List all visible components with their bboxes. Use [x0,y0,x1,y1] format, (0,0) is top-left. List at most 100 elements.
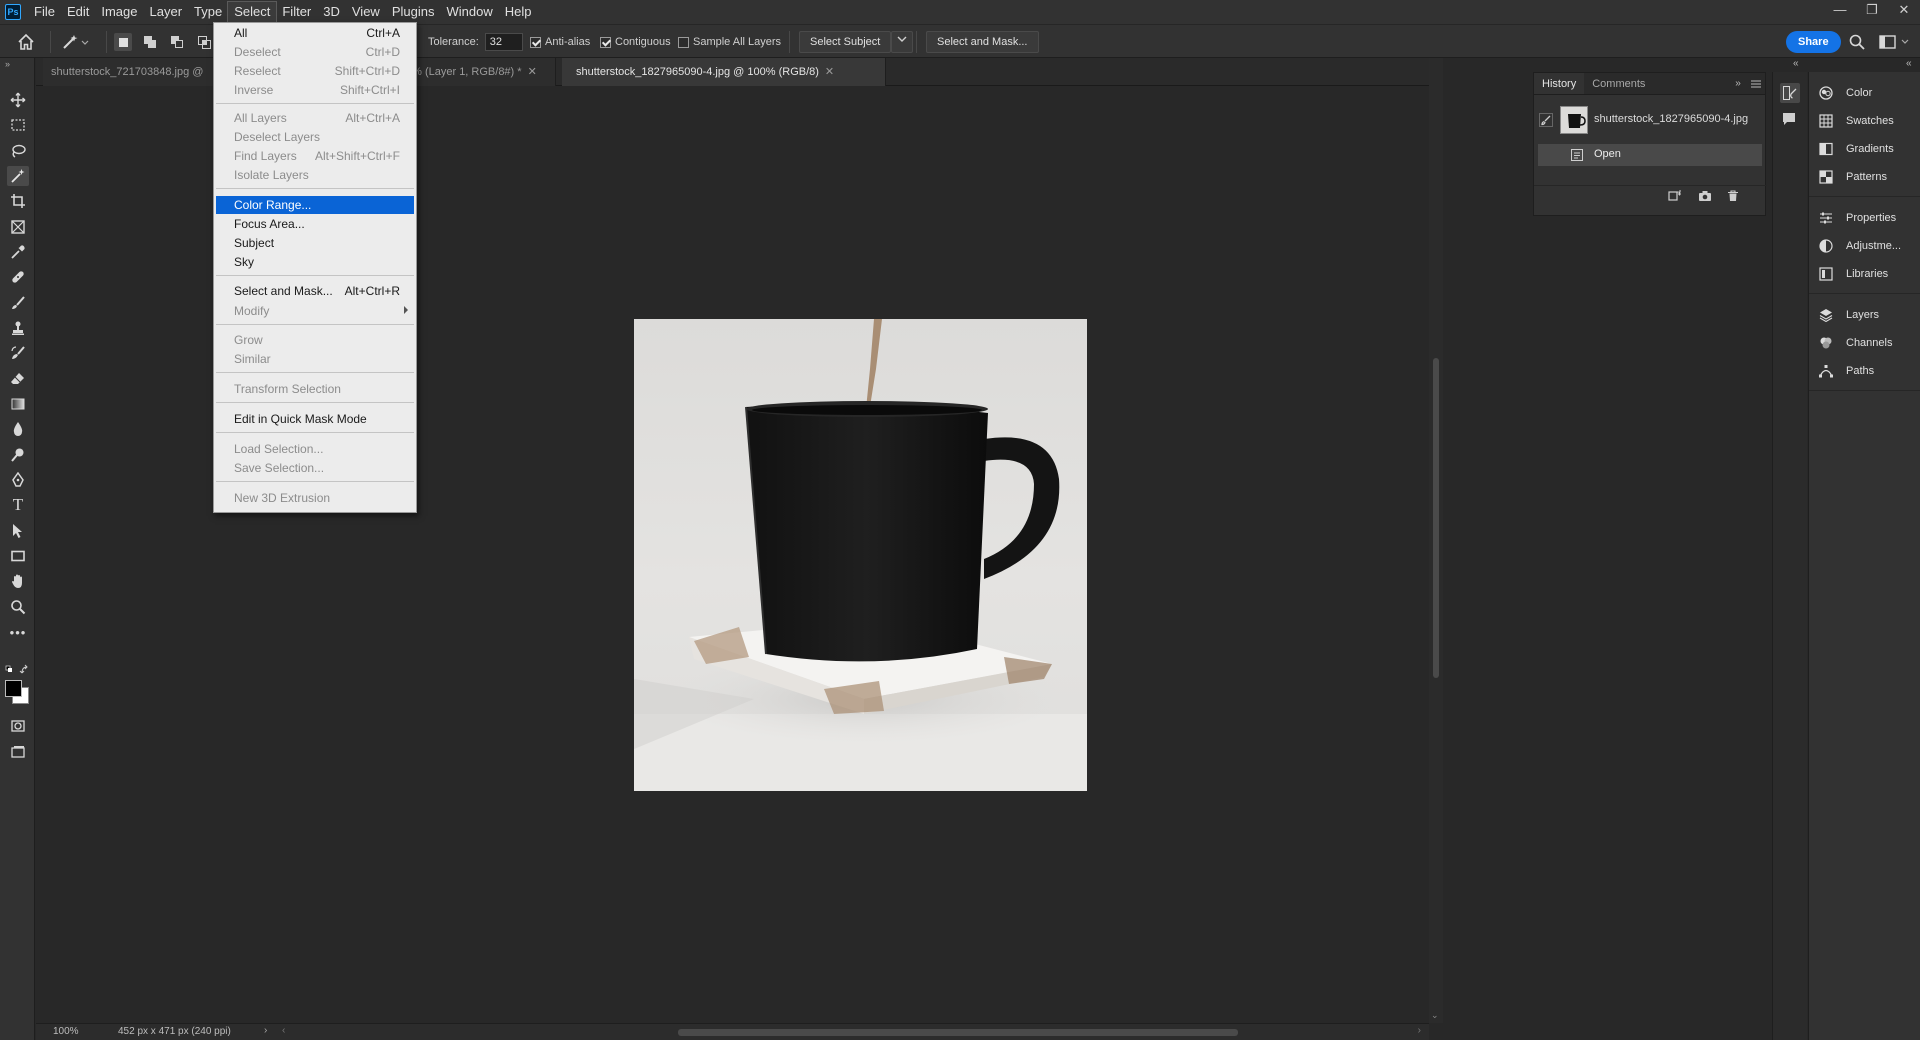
brush-tool-icon[interactable] [7,293,29,313]
menu-type[interactable]: Type [188,2,228,22]
eyedropper-tool-icon[interactable] [7,242,29,262]
panel-menu-icon[interactable] [1747,73,1765,94]
swap-colors-icon[interactable] [5,664,31,676]
close-icon[interactable]: ✕ [1888,0,1920,20]
sample-all-layers-checkbox[interactable]: Sample All Layers [678,25,781,59]
dock-item-gradients[interactable]: Gradients [1819,138,1894,160]
workspace-icon[interactable] [1878,25,1912,59]
new-document-from-state-icon[interactable] [1668,190,1682,205]
menu-item-modify[interactable]: Modify [216,302,414,320]
history-brush-tool-icon[interactable] [7,343,29,363]
menu-layer[interactable]: Layer [144,2,189,22]
magic-wand-tool-icon[interactable] [7,166,29,186]
close-tab-icon[interactable]: ✕ [528,66,537,78]
more-tools-icon[interactable]: ••• [7,622,29,642]
tab-history[interactable]: History [1534,73,1585,94]
healing-brush-tool-icon[interactable] [7,267,29,287]
menu-item-transform-selection[interactable]: Transform Selection [216,380,414,398]
menu-item-sky[interactable]: Sky [216,253,414,271]
menu-view[interactable]: View [346,2,386,22]
menu-select[interactable]: Select [227,1,278,23]
minimize-icon[interactable]: — [1824,0,1856,20]
path-selection-tool-icon[interactable] [7,521,29,541]
menu-item-deselect-layers[interactable]: Deselect Layers [216,128,414,146]
lasso-tool-icon[interactable] [7,141,29,161]
menu-item-all-layers[interactable]: All Layers Alt+Ctrl+A [216,109,414,127]
menu-edit[interactable]: Edit [61,2,95,22]
menu-filter[interactable]: Filter [276,2,317,22]
select-subject-button[interactable]: Select Subject [799,31,892,53]
gradient-tool-icon[interactable] [7,394,29,414]
camera-icon[interactable] [1698,190,1712,205]
dock-item-patterns[interactable]: Patterns [1819,166,1887,188]
menu-item-grow[interactable]: Grow [216,331,414,349]
menu-item-save-selection[interactable]: Save Selection... [216,459,414,477]
scroll-thumb[interactable] [1433,358,1439,678]
comments-panel-icon[interactable] [1782,112,1796,129]
dock-item-paths[interactable]: Paths [1819,360,1874,382]
photoshop-logo-icon[interactable]: Ps [5,4,21,20]
magic-wand-preset-icon[interactable] [60,25,90,59]
eraser-tool-icon[interactable] [7,369,29,389]
share-button[interactable]: Share [1786,31,1841,53]
menu-help[interactable]: Help [499,2,538,22]
menu-item-all[interactable]: All Ctrl+A [216,24,414,42]
blur-tool-icon[interactable] [7,419,29,439]
screen-mode-icon[interactable] [7,742,29,762]
document-image[interactable] [634,319,1087,791]
select-and-mask-button[interactable]: Select and Mask... [926,31,1039,53]
tab-comments[interactable]: Comments [1584,73,1653,94]
document-tab-active[interactable]: shutterstock_1827965090-4.jpg @ 100% (RG… [562,58,886,86]
horizontal-scroll-thumb[interactable] [678,1029,1238,1036]
intersect-selection-icon[interactable] [195,33,213,51]
add-selection-icon[interactable] [141,33,159,51]
subtract-selection-icon[interactable] [168,33,186,51]
close-tab-icon[interactable]: ✕ [825,66,834,78]
menu-item-reselect[interactable]: Reselect Shift+Ctrl+D [216,62,414,80]
dock-item-layers[interactable]: Layers [1819,304,1879,326]
history-brush-source-icon[interactable] [1539,113,1553,127]
tolerance-input[interactable]: 32 [484,33,523,51]
menu-item-load-selection[interactable]: Load Selection... [216,440,414,458]
menu-file[interactable]: File [28,2,61,22]
dock-item-libraries[interactable]: Libraries [1819,263,1888,285]
crop-tool-icon[interactable] [7,191,29,211]
menu-item-quick-mask[interactable]: Edit in Quick Mask Mode [216,410,414,428]
trash-icon[interactable] [1727,190,1739,205]
menu-item-select-and-mask[interactable]: Select and Mask... Alt+Ctrl+R [216,282,414,300]
menu-item-color-range[interactable]: Color Range... [216,196,414,214]
scroll-down-icon[interactable]: ⌄ [1431,1010,1439,1021]
zoom-level[interactable]: 100% [53,1026,79,1037]
dodge-tool-icon[interactable] [7,445,29,465]
vertical-scrollbar[interactable]: ⌄ [1429,58,1443,1023]
dock-item-adjustments[interactable]: Adjustme... [1819,235,1901,257]
menu-item-find-layers[interactable]: Find Layers Alt+Shift+Ctrl+F [216,147,414,165]
type-tool-icon[interactable]: T [7,495,29,515]
new-selection-icon[interactable] [114,33,132,51]
menu-item-similar[interactable]: Similar [216,350,414,368]
scroll-right-icon[interactable]: › [1418,1025,1421,1036]
clone-stamp-tool-icon[interactable] [7,318,29,338]
home-icon[interactable] [16,25,36,59]
move-tool-icon[interactable] [7,90,29,110]
quick-mask-icon[interactable] [7,716,29,736]
menu-item-subject[interactable]: Subject [216,234,414,252]
collapse-dock-icon[interactable]: « [1906,58,1912,69]
menu-plugins[interactable]: Plugins [386,2,441,22]
history-panel-icon[interactable] [1780,83,1800,103]
dock-item-color[interactable]: Color [1819,82,1872,104]
search-icon[interactable] [1848,25,1866,59]
dock-item-swatches[interactable]: Swatches [1819,110,1894,132]
menu-3d[interactable]: 3D [317,2,346,22]
frame-tool-icon[interactable] [7,217,29,237]
hand-tool-icon[interactable] [7,571,29,591]
status-menu-icon[interactable]: › [264,1025,267,1036]
scroll-left-icon[interactable]: ‹ [282,1025,285,1036]
menu-item-new-3d-extrusion[interactable]: New 3D Extrusion [216,489,414,507]
collapse-panels-icon[interactable]: « [1793,58,1799,69]
expand-panel-icon[interactable]: » [1729,73,1747,94]
pen-tool-icon[interactable] [7,470,29,490]
rectangle-tool-icon[interactable] [7,546,29,566]
collapse-toolbar-icon[interactable]: » [5,59,10,69]
menu-item-inverse[interactable]: Inverse Shift+Ctrl+I [216,81,414,99]
